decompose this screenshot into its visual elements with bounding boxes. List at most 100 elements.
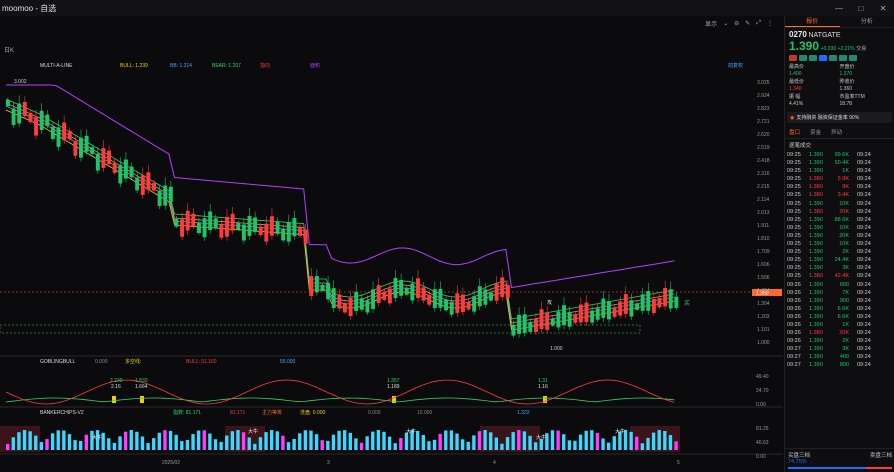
tick-volume: 800 [839, 362, 849, 369]
sub2-b: 81.171 [230, 410, 246, 416]
sub2-axis-1: 40.63 [756, 440, 769, 446]
sell-depth-label: 卖盘三档 [869, 453, 892, 459]
sub2-bar [494, 437, 499, 450]
tick-row: 09:26 1.390 6.6K 09:24 [785, 305, 894, 313]
tick-time2: 09:24 [857, 330, 871, 337]
tick-volume: 3K [842, 265, 849, 272]
sub2-bar [309, 430, 313, 450]
price-axis-label: 1.709 [757, 249, 770, 255]
sub2-bar [449, 430, 454, 450]
tick-time2: 09:24 [857, 176, 871, 183]
sub2-bar [79, 440, 83, 450]
sub2-bar [84, 434, 89, 450]
tick-row: 09:26 1.390 2K 09:24 [785, 337, 894, 345]
tab-capital[interactable]: 资金 [810, 128, 821, 136]
tick-time: 09:25 [787, 176, 801, 183]
sub2-bar [331, 434, 336, 450]
tick-volume: 2K [842, 338, 849, 345]
main-indicator-name[interactable]: MULTI-A-LINE [40, 63, 73, 69]
tab-movement[interactable]: 异动 [831, 128, 842, 136]
flag-icon [819, 55, 827, 61]
tick-row: 09:27 1.390 400 09:24 [785, 353, 894, 361]
sub1-signal-bar [140, 396, 144, 403]
sub2-bar [135, 431, 139, 450]
sub2-bar [657, 430, 661, 450]
minimize-button[interactable]: — [828, 0, 850, 16]
tick-row: 09:25 1.390 10K 09:24 [785, 240, 894, 248]
tick-price: 1.390 [809, 224, 823, 231]
sub2-bar [477, 431, 482, 450]
tick-list[interactable]: 09:25 1.390 99.6K 09:24 09:25 1.390 50.4K 09:24… [785, 151, 894, 370]
stat-pe-label: 市盈率TTM [839, 94, 865, 100]
more-icon[interactable]: ⋮ [767, 20, 773, 27]
sub1-bull: BULL: 51.160 [186, 359, 217, 365]
zoom-out-icon[interactable]: ⊖ [734, 20, 739, 27]
sub2-bar [562, 434, 566, 450]
sub2-name[interactable]: BANKERCHIPS-V2 [40, 410, 84, 416]
price-axis-label: 2.519 [757, 145, 770, 151]
chevron-down-icon[interactable]: ⌄ [723, 20, 728, 27]
tick-row: 09:25 1.390 20K 09:24 [785, 232, 894, 240]
tick-time2: 09:24 [857, 216, 871, 223]
tick-row: 09:25 1.390 50.4K 09:24 [785, 159, 894, 167]
price-axis-label: 1.506 [757, 275, 770, 281]
tick-volume: 10K [839, 200, 849, 207]
tick-volume: 20K [839, 232, 849, 239]
tick-row: 09:27 1.390 3K 09:24 [785, 345, 894, 353]
tab-orderbook[interactable]: 盘口 [789, 128, 800, 136]
tick-time: 09:26 [787, 297, 801, 304]
tick-price: 1.390 [809, 257, 823, 264]
margin-notice[interactable]: ◉ 支持融资 融资保证金率 90% [787, 112, 892, 123]
sub2-bar [264, 432, 268, 450]
expand-icon[interactable]: ⤢ [756, 20, 761, 27]
price-axis-label: 1.203 [757, 314, 770, 320]
tab-analysis[interactable]: 分析 [840, 16, 894, 27]
close-button[interactable]: ✕ [872, 0, 894, 16]
sub2-bar [550, 430, 555, 450]
price-axis-label: 2.620 [757, 132, 770, 138]
sub2-bar [196, 430, 201, 450]
tick-price: 1.390 [809, 249, 823, 256]
kline-chart[interactable]: 日K MULTI-A-LINE BULL: 1.239 BB: 1.214 BE… [0, 30, 783, 472]
sub2-bar [123, 431, 128, 450]
sub2-d: 洗盘: 0.000 [300, 409, 326, 416]
stat-low-value: 1.340 [789, 86, 802, 92]
adjust-label[interactable]: 前复权 [728, 62, 743, 69]
tick-row: 09:26 1.390 1K 09:24 [785, 321, 894, 329]
sub2-bar [174, 434, 178, 450]
tick-row: 09:25 1.380 42.4K 09:24 [785, 272, 894, 280]
chart-canvas[interactable]: 日K MULTI-A-LINE BULL: 1.239 BB: 1.214 BE… [0, 30, 783, 472]
period-label[interactable]: 日K [4, 47, 14, 54]
sub2-bar [393, 443, 397, 450]
tick-time2: 09:24 [857, 241, 871, 248]
high-label: 3.002 [14, 79, 27, 85]
tick-row: 09:26 1.390 6.6K 09:24 [785, 313, 894, 321]
sub1-signal-bar [112, 396, 116, 403]
trade-link[interactable]: 交易 [856, 46, 866, 52]
sub2-bar [578, 434, 583, 450]
price-axis-label: 2.013 [757, 210, 770, 216]
tab-quote[interactable]: 报价 [785, 16, 840, 27]
price-axis-label: 2.114 [757, 197, 769, 203]
maximize-button[interactable]: □ [850, 0, 872, 16]
sub1-name[interactable]: GOBLINGBULL [40, 359, 76, 365]
sub2-bar [28, 431, 32, 450]
sub2-bar [556, 430, 560, 450]
tick-time: 09:26 [787, 338, 801, 345]
tick-time2: 09:24 [857, 362, 871, 369]
sub2-bar [292, 438, 296, 450]
display-menu[interactable]: 显示 [705, 19, 717, 28]
sub2-bar [421, 434, 426, 450]
flag-icon [849, 55, 857, 61]
sub2-bar [460, 439, 465, 450]
draw-icon[interactable]: ✎ [745, 20, 750, 27]
price-axis-label: 2.823 [757, 106, 770, 112]
sub2-bar [56, 430, 60, 450]
x-axis-1: 3 [327, 460, 330, 466]
sub2-bar [466, 441, 470, 450]
tick-time: 09:27 [787, 346, 801, 353]
sub2-bar [651, 432, 656, 450]
tick-price: 1.390 [809, 362, 823, 369]
sub2-bar [348, 432, 352, 450]
main-indicator-extra2: 面积 [310, 62, 320, 69]
